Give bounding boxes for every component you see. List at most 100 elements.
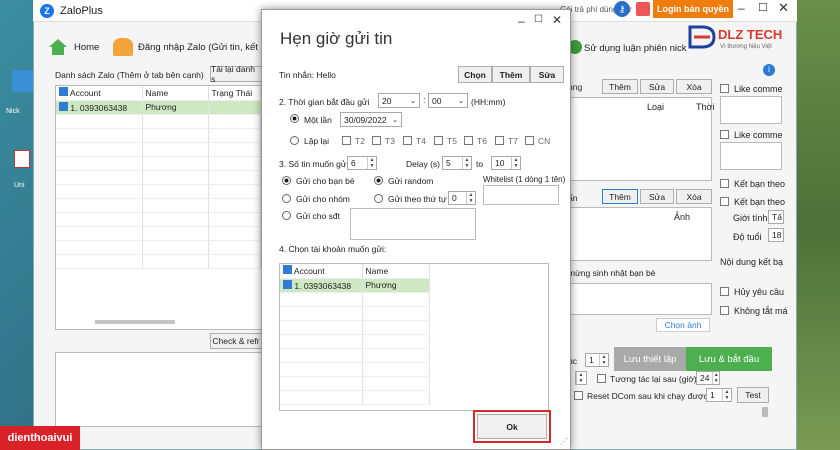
day-label-cn: CN	[538, 136, 551, 146]
phone-input[interactable]	[350, 208, 476, 240]
save-start-button[interactable]: Lưu & bắt đầu	[686, 347, 772, 371]
whitelist-input[interactable]	[483, 185, 559, 205]
reload-list-button[interactable]: Tải lại danh s	[210, 64, 262, 84]
maximize-icon[interactable]: ☐	[758, 1, 768, 14]
key-icon[interactable]: ⚷	[614, 1, 630, 17]
dialog-select-all-checkbox[interactable]	[283, 265, 292, 275]
nav-login-zalo[interactable]: Đăng nhập Zalo (Gửi tin, kết	[138, 42, 258, 53]
interact-stepper[interactable]: 24 ▲ ▼	[696, 371, 720, 385]
day-label-t3: T3	[385, 136, 395, 146]
add-message-button[interactable]: Thêm	[602, 79, 638, 94]
like-comment-box-1[interactable]	[720, 96, 782, 124]
test-button[interactable]: Test	[737, 387, 769, 403]
reset-dcom-label: Reset DCom sau khi chạy được	[587, 391, 708, 401]
info-icon[interactable]: i	[763, 64, 775, 76]
add-friend-checkbox-2[interactable]	[720, 197, 729, 206]
choose-image-button[interactable]: Chọn ảnh	[656, 318, 710, 332]
desktop-app-icon[interactable]	[12, 70, 34, 92]
edit-friend-msg-button[interactable]: Sửa	[640, 189, 674, 204]
date-picker[interactable]: 30/09/2022 ⌄	[340, 112, 402, 127]
no-shutdown-checkbox[interactable]	[720, 306, 729, 315]
interact-value: 24	[700, 373, 710, 383]
check-refresh-button[interactable]: Check & refr	[210, 333, 262, 349]
add-button[interactable]: Thêm	[492, 66, 530, 83]
send-random-radio[interactable]	[374, 176, 383, 185]
dialog-close-icon[interactable]: ✕	[552, 13, 562, 27]
edit-button[interactable]: Sửa	[530, 66, 564, 83]
column-image: Ảnh	[674, 212, 691, 222]
cancel-request-checkbox[interactable]	[720, 287, 729, 296]
minute-select[interactable]: 00 ⌄	[428, 93, 468, 108]
dialog-minimize-icon[interactable]: –	[518, 14, 525, 28]
day-checkbox-t6[interactable]	[464, 136, 473, 145]
send-group-radio[interactable]	[282, 194, 291, 203]
add-friend-msg-button[interactable]: Thêm	[602, 189, 638, 204]
day-checkbox-t2[interactable]	[342, 136, 351, 145]
table-row[interactable]: 1. 0393063438 Phương	[280, 278, 430, 293]
delay-from-stepper[interactable]: 5 ▲ ▼	[442, 156, 472, 170]
license-icon	[636, 2, 650, 16]
day-checkbox-t5[interactable]	[434, 136, 443, 145]
dialog-account-cell: 1. 0393063438	[294, 280, 352, 291]
minimize-icon[interactable]: –	[738, 1, 745, 15]
gender-label: Giới tính	[733, 213, 768, 223]
column-status: Trạng Thái	[208, 86, 261, 101]
delay-to-stepper[interactable]: 10 ▲ ▼	[491, 156, 521, 170]
save-setup-button[interactable]: Lưu thiết lập	[614, 347, 686, 371]
day-checkbox-t7[interactable]	[495, 136, 504, 145]
nav-home[interactable]: Home	[74, 42, 99, 53]
horizontal-scrollbar[interactable]	[95, 320, 175, 324]
desktop-file-icon[interactable]	[14, 150, 30, 168]
close-icon[interactable]: ✕	[778, 0, 789, 16]
small-stepper[interactable]: ▲ ▼	[575, 371, 587, 385]
hour-select[interactable]: 20 ⌄	[378, 93, 420, 108]
message-count-stepper[interactable]: 6 ▲ ▼	[347, 156, 377, 170]
select-all-checkbox[interactable]	[59, 87, 68, 97]
send-friends-radio[interactable]	[282, 176, 291, 185]
column-name: Name	[142, 86, 209, 101]
send-account-table: Account Name 1. 0393063438 Phương	[279, 263, 549, 411]
interact-checkbox[interactable]	[597, 374, 606, 383]
choose-account-label: 4. Chọn tài khoản muốn gửi:	[279, 244, 387, 254]
edit-message-button[interactable]: Sửa	[640, 79, 674, 94]
resize-grip-icon[interactable]: ⋰	[560, 437, 568, 446]
reset-stepper[interactable]: 1 ▲ ▼	[706, 388, 732, 402]
like-comment-checkbox-2[interactable]	[720, 130, 729, 139]
buy-license-button[interactable]: Login bản quyền	[653, 0, 733, 18]
delay-to-value: 10	[495, 158, 505, 168]
choose-button[interactable]: Chọn	[458, 66, 492, 83]
repeat-radio[interactable]	[290, 136, 299, 145]
age-input[interactable]: 18	[768, 228, 784, 242]
dialog-column-account: Account	[293, 266, 325, 277]
delete-friend-msg-button[interactable]: Xóa	[676, 189, 712, 204]
message-table: Loại Thời	[568, 97, 714, 181]
home-icon[interactable]	[48, 38, 68, 56]
delete-message-button[interactable]: Xóa	[676, 79, 712, 94]
delay-from-value: 5	[446, 158, 451, 168]
gender-select[interactable]: Tấ	[768, 210, 784, 224]
age-label: Độ tuổi	[733, 232, 762, 242]
day-checkbox-t4[interactable]	[403, 136, 412, 145]
delay-stepper[interactable]: 1 ▲ ▼	[585, 353, 609, 367]
users-icon	[113, 38, 133, 56]
dialog-title: Hẹn giờ gửi tin	[280, 29, 393, 48]
like-comment-checkbox-1[interactable]	[720, 84, 729, 93]
order-stepper[interactable]: 0 ▲ ▼	[448, 191, 476, 205]
day-checkbox-t3[interactable]	[372, 136, 381, 145]
reset-dcom-checkbox[interactable]	[574, 391, 583, 400]
app-title: ZaloPlus	[60, 5, 103, 17]
like-comment-box-2[interactable]	[720, 142, 782, 170]
send-ordered-radio[interactable]	[374, 194, 383, 203]
send-phone-radio[interactable]	[282, 211, 291, 220]
table-row[interactable]: 1. 0393063438 Phương	[56, 100, 261, 115]
day-checkbox-cn[interactable]	[525, 136, 534, 145]
account-list-header: Danh sách Zalo (Thêm ở tab bên cạnh)	[55, 70, 204, 80]
row-checkbox[interactable]	[59, 101, 68, 111]
once-radio[interactable]	[290, 114, 299, 123]
ok-button[interactable]: Ok	[477, 414, 547, 439]
nav-rotate-nick[interactable]: Sử dụng luận phiên nick	[584, 43, 687, 54]
dialog-row-checkbox[interactable]	[283, 279, 292, 289]
dialog-maximize-icon[interactable]: ☐	[534, 14, 543, 25]
order-value: 0	[452, 193, 457, 203]
add-friend-checkbox-1[interactable]	[720, 179, 729, 188]
